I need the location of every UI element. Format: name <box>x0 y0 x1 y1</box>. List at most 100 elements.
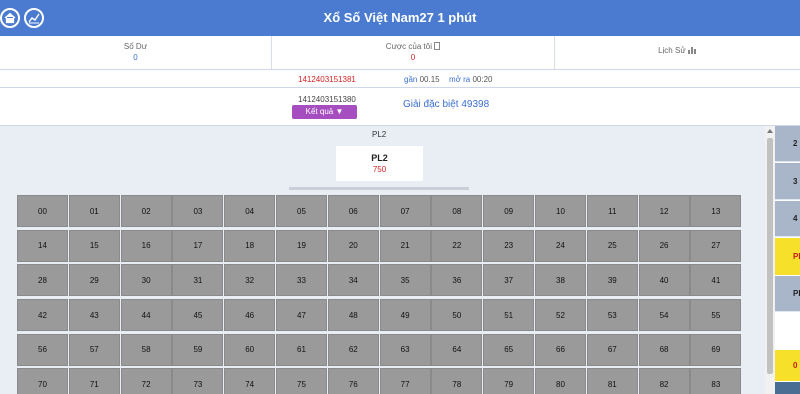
number-cell[interactable]: 13 <box>690 195 742 227</box>
number-cell[interactable]: 34 <box>327 264 379 297</box>
number-cell[interactable]: 20 <box>327 229 379 262</box>
sidebar-item[interactable]: 2 <box>775 126 800 162</box>
number-cell[interactable]: 65 <box>483 333 535 366</box>
number-cell[interactable]: 78 <box>431 368 483 394</box>
play-type-card[interactable]: PL2 750 <box>336 146 423 181</box>
number-cell[interactable]: 70 <box>17 368 68 394</box>
number-cell[interactable]: 46 <box>224 299 276 332</box>
number-cell[interactable]: 44 <box>120 299 172 332</box>
sidebar-item[interactable] <box>775 313 800 349</box>
number-cell[interactable]: 74 <box>224 368 276 394</box>
number-cell[interactable]: 53 <box>586 299 638 332</box>
scrollbar[interactable] <box>765 126 775 394</box>
number-cell[interactable]: 54 <box>638 299 690 332</box>
number-cell[interactable]: 39 <box>586 264 638 297</box>
number-cell[interactable]: 61 <box>275 333 327 366</box>
number-cell[interactable]: 14 <box>17 229 68 262</box>
sidebar-item[interactable]: 0 Ca <box>775 350 800 381</box>
number-cell[interactable]: 48 <box>327 299 379 332</box>
number-cell[interactable]: 56 <box>17 333 68 366</box>
number-cell[interactable]: 69 <box>690 333 742 366</box>
number-cell[interactable]: 72 <box>120 368 172 394</box>
results-dropdown-button[interactable]: Kết quả ▼ <box>292 105 357 119</box>
number-cell[interactable]: 43 <box>68 299 120 332</box>
number-cell[interactable]: 07 <box>379 195 431 227</box>
number-cell[interactable]: 63 <box>379 333 431 366</box>
number-cell[interactable]: 32 <box>224 264 276 297</box>
number-cell[interactable]: 10 <box>534 195 586 227</box>
number-cell[interactable]: 08 <box>431 195 483 227</box>
number-cell[interactable]: 12 <box>638 195 690 227</box>
number-cell[interactable]: 55 <box>690 299 742 332</box>
number-cell[interactable]: 37 <box>483 264 535 297</box>
number-cell[interactable]: 66 <box>534 333 586 366</box>
number-cell[interactable]: 26 <box>638 229 690 262</box>
scroll-thumb[interactable] <box>767 138 773 374</box>
number-cell[interactable]: 19 <box>275 229 327 262</box>
number-cell[interactable]: 71 <box>68 368 120 394</box>
number-cell[interactable]: 01 <box>68 195 120 227</box>
number-cell[interactable]: 38 <box>534 264 586 297</box>
number-cell[interactable]: 49 <box>379 299 431 332</box>
number-cell[interactable]: 62 <box>327 333 379 366</box>
number-cell[interactable]: 41 <box>690 264 742 297</box>
number-cell[interactable]: 79 <box>483 368 535 394</box>
number-cell[interactable]: 83 <box>690 368 742 394</box>
number-cell[interactable]: 15 <box>68 229 120 262</box>
number-cell[interactable]: 57 <box>68 333 120 366</box>
number-cell[interactable]: 09 <box>483 195 535 227</box>
number-cell[interactable]: 60 <box>224 333 276 366</box>
number-cell[interactable]: 52 <box>534 299 586 332</box>
sidebar-item[interactable]: PL <box>775 276 800 312</box>
number-cell[interactable]: 45 <box>172 299 224 332</box>
number-cell[interactable]: 36 <box>431 264 483 297</box>
number-cell[interactable]: 80 <box>534 368 586 394</box>
number-cell[interactable]: 33 <box>275 264 327 297</box>
sidebar-item[interactable]: 4 <box>775 201 800 237</box>
number-cell[interactable]: 25 <box>586 229 638 262</box>
number-cell[interactable]: 76 <box>327 368 379 394</box>
scroll-up-arrow-icon[interactable] <box>767 129 773 133</box>
number-cell[interactable]: 03 <box>172 195 224 227</box>
tab-pl2[interactable]: PL2 <box>372 130 386 139</box>
number-cell[interactable]: 82 <box>638 368 690 394</box>
number-cell[interactable]: 58 <box>120 333 172 366</box>
number-cell[interactable]: 64 <box>431 333 483 366</box>
number-cell[interactable]: 73 <box>172 368 224 394</box>
number-cell[interactable]: 81 <box>586 368 638 394</box>
number-cell[interactable]: 02 <box>120 195 172 227</box>
number-cell[interactable]: 16 <box>120 229 172 262</box>
number-cell[interactable]: 04 <box>224 195 276 227</box>
number-cell[interactable]: 22 <box>431 229 483 262</box>
number-cell[interactable]: 24 <box>534 229 586 262</box>
number-cell[interactable]: 06 <box>327 195 379 227</box>
number-cell[interactable]: 05 <box>275 195 327 227</box>
number-cell[interactable]: 28 <box>17 264 68 297</box>
sidebar-item[interactable]: 3 <box>775 163 800 200</box>
number-cell[interactable]: 67 <box>586 333 638 366</box>
number-cell[interactable]: 47 <box>275 299 327 332</box>
sidebar-item[interactable]: PL <box>775 238 800 275</box>
number-cell[interactable]: 42 <box>17 299 68 332</box>
number-cell[interactable]: 35 <box>379 264 431 297</box>
number-cell[interactable]: 18 <box>224 229 276 262</box>
number-cell[interactable]: 30 <box>120 264 172 297</box>
number-cell[interactable]: 68 <box>638 333 690 366</box>
number-cell[interactable]: 31 <box>172 264 224 297</box>
number-cell[interactable]: 75 <box>275 368 327 394</box>
number-cell[interactable]: 51 <box>483 299 535 332</box>
number-cell[interactable]: 59 <box>172 333 224 366</box>
history-stat[interactable]: Lịch Sử <box>555 36 800 69</box>
number-cell[interactable]: 40 <box>638 264 690 297</box>
sidebar-item[interactable] <box>775 382 800 394</box>
number-cell[interactable]: 11 <box>586 195 638 227</box>
number-cell[interactable]: 29 <box>68 264 120 297</box>
my-bets-stat[interactable]: Cược của tôi 0 <box>272 36 555 69</box>
number-cell[interactable]: 77 <box>379 368 431 394</box>
number-cell[interactable]: 17 <box>172 229 224 262</box>
number-cell[interactable]: 27 <box>690 229 742 262</box>
number-cell[interactable]: 21 <box>379 229 431 262</box>
number-cell[interactable]: 23 <box>483 229 535 262</box>
number-cell[interactable]: 00 <box>17 195 68 227</box>
number-cell[interactable]: 50 <box>431 299 483 332</box>
